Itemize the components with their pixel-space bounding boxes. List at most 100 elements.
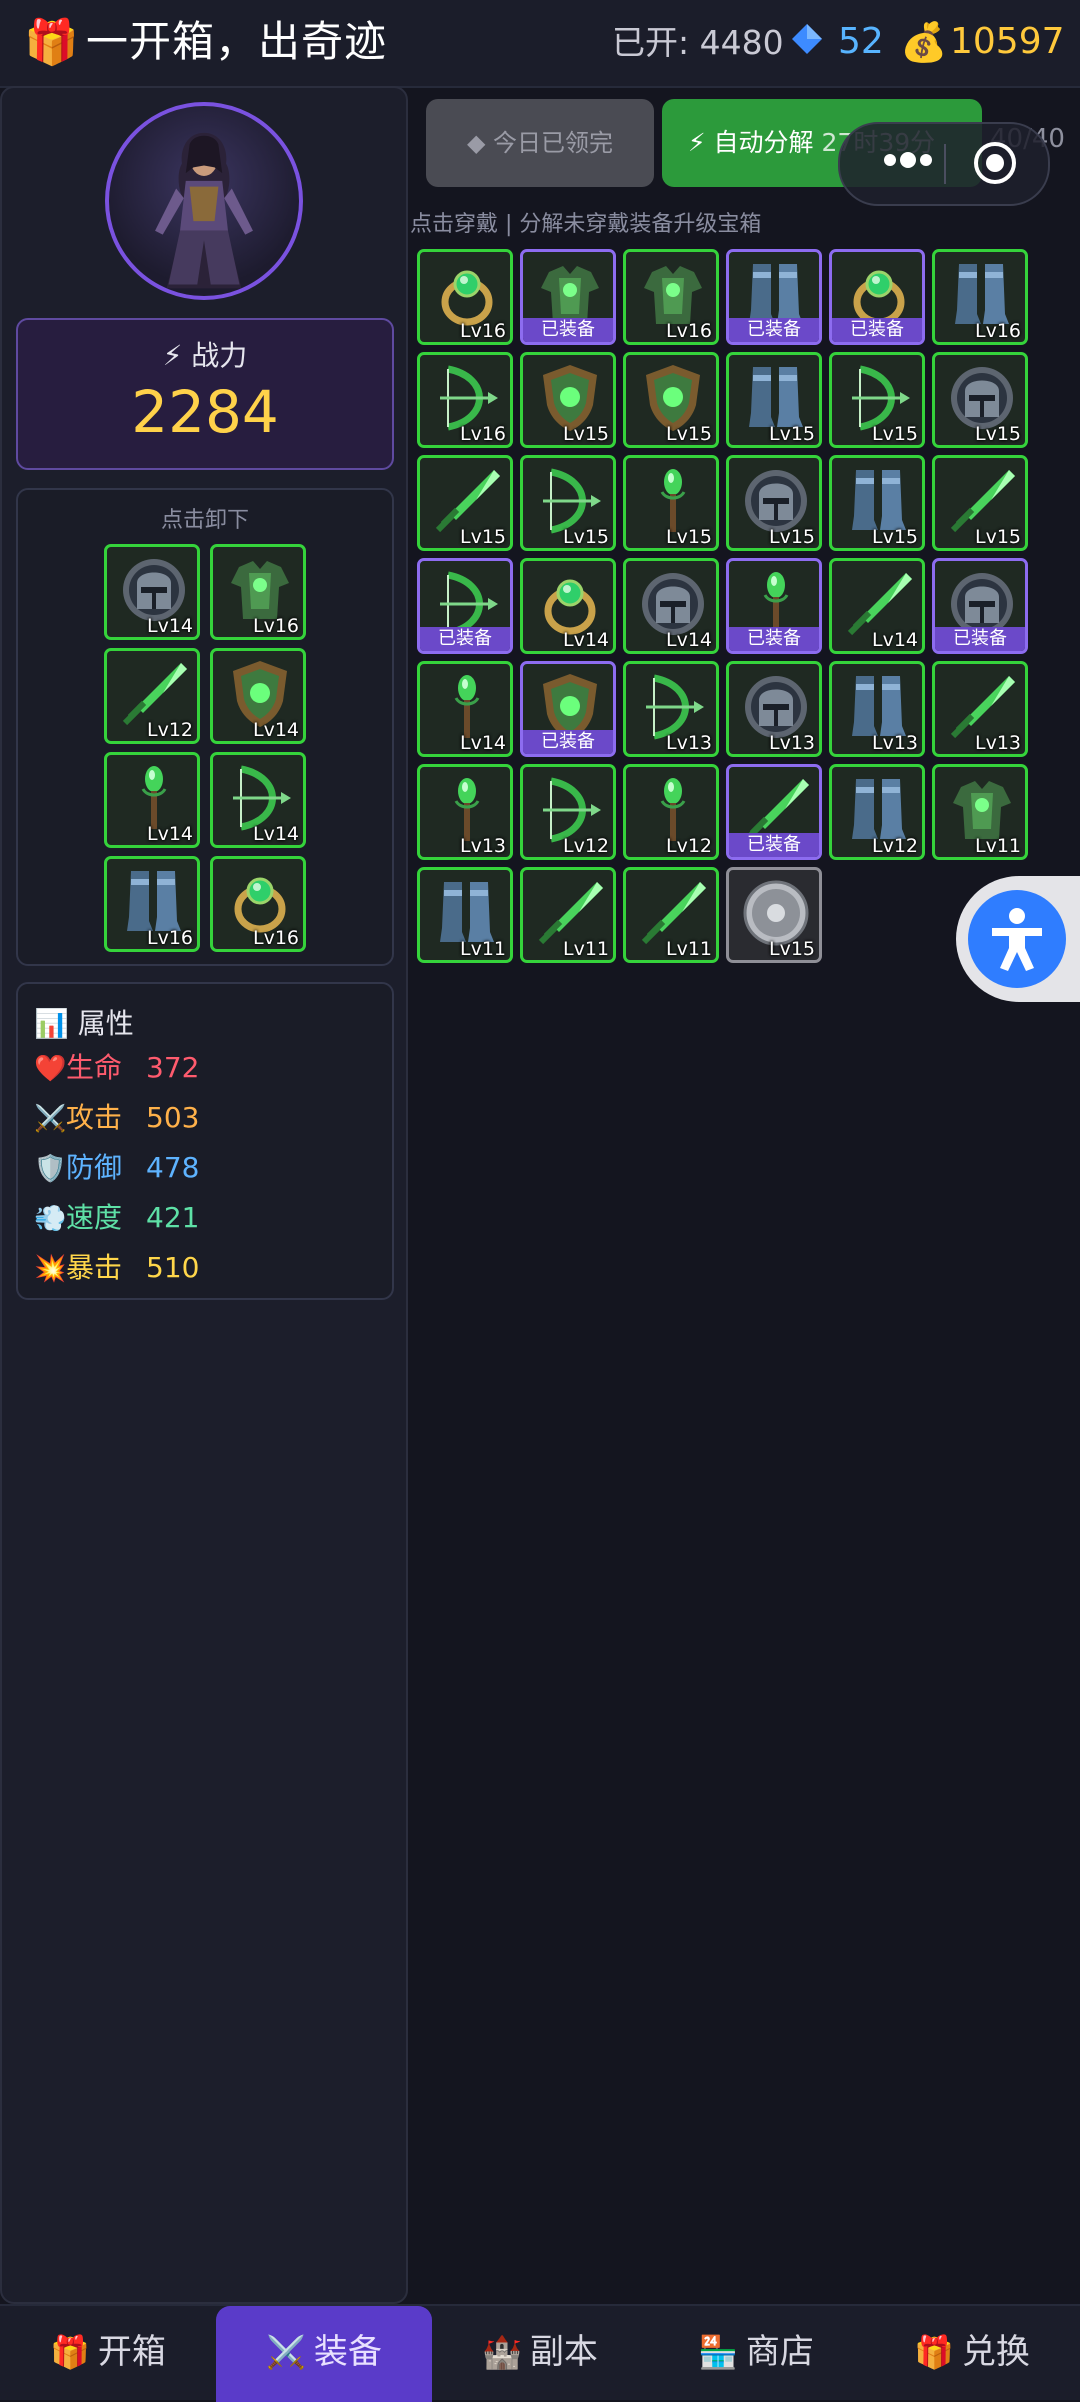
inventory-item-boots[interactable]: Lv11 — [417, 867, 513, 963]
hero-portrait-icon — [155, 132, 253, 289]
inventory-item-scepter[interactable]: Lv14已装备 — [726, 558, 822, 654]
item-level: Lv16 — [459, 320, 506, 342]
inventory-item-bow[interactable]: Lv13 — [623, 661, 719, 757]
inventory-item-armor[interactable]: Lv16 — [623, 249, 719, 345]
equip-hint-text: 点击穿戴 | 分解未穿戴装备升级宝箱 — [410, 212, 762, 237]
attribute-value: 421 — [146, 1201, 200, 1234]
nav-icon: 🏪 — [698, 2333, 738, 2371]
nav-icon: 🎁 — [914, 2333, 954, 2371]
inventory-item-ring[interactable]: Lv16 — [417, 249, 513, 345]
inventory-item-bow[interactable]: Lv16 — [417, 352, 513, 448]
item-level: Lv14 — [252, 719, 299, 741]
attribute-name: 防御 — [66, 1151, 123, 1184]
opened-count: 已开: 4480 — [612, 23, 784, 62]
item-level: Lv15 — [871, 526, 918, 548]
inventory-item-sword[interactable]: Lv15 — [932, 455, 1028, 551]
item-level: Lv15 — [974, 526, 1021, 548]
equipped-slot-bow[interactable]: Lv14 — [210, 752, 306, 848]
item-level: Lv16 — [252, 615, 299, 637]
item-level: Lv14 — [146, 615, 193, 637]
attribute-value: 478 — [146, 1151, 200, 1184]
inventory-item-sword[interactable]: Lv13 — [932, 661, 1028, 757]
inventory-item-bow[interactable]: Lv14已装备 — [417, 558, 513, 654]
inventory-item-ring[interactable]: Lv14 — [520, 558, 616, 654]
equipped-slot-sword[interactable]: Lv12 — [104, 648, 200, 744]
attribute-row: 💨速度 421 — [34, 1198, 199, 1239]
item-level: Lv15 — [768, 526, 815, 548]
accessibility-circle — [968, 890, 1066, 988]
equipped-slot-ring[interactable]: Lv16 — [210, 856, 306, 952]
inventory-item-shield[interactable]: Lv15 — [520, 352, 616, 448]
attribute-icon: 💨 — [34, 1204, 67, 1234]
inventory-item-scepter[interactable]: Lv13 — [417, 764, 513, 860]
equipped-slot-scepter[interactable]: Lv14 — [104, 752, 200, 848]
nav-tab-1[interactable]: ⚔️ 装备 — [216, 2306, 432, 2402]
item-level: Lv15 — [871, 423, 918, 445]
item-level: Lv14 — [562, 629, 609, 651]
accessibility-icon — [992, 908, 1042, 971]
equipped-slot-armor[interactable]: Lv16 — [210, 544, 306, 640]
character-avatar[interactable] — [105, 102, 303, 300]
gift-icon: 🎁 — [24, 17, 79, 68]
item-level: Lv11 — [562, 938, 609, 960]
item-level: Lv13 — [768, 732, 815, 754]
inventory-item-scepter[interactable]: Lv12 — [623, 764, 719, 860]
attribute-row: 💥暴击 510 — [34, 1248, 199, 1289]
inventory-item-scepter[interactable]: Lv14 — [417, 661, 513, 757]
inventory-item-sword[interactable]: Lv12已装备 — [726, 764, 822, 860]
inventory-item-helmet[interactable]: Lv15 — [726, 455, 822, 551]
item-level: Lv13 — [665, 732, 712, 754]
inventory-item-boots[interactable]: Lv12 — [829, 764, 925, 860]
daily-claim-button[interactable]: ◆ 今日已领完 — [426, 99, 654, 187]
inventory-item-bow[interactable]: Lv15 — [520, 455, 616, 551]
inventory-item-boots[interactable]: Lv15 — [726, 352, 822, 448]
close-miniprogram-icon[interactable] — [972, 140, 1018, 186]
item-level: Lv16 — [146, 927, 193, 949]
inventory-item-boots[interactable]: Lv16已装备 — [726, 249, 822, 345]
inventory-item-helmet[interactable]: Lv15 — [932, 352, 1028, 448]
equipped-badge: 已装备 — [729, 627, 819, 651]
more-options-icon[interactable] — [878, 142, 938, 178]
inventory-item-helmet[interactable]: Lv14已装备 — [932, 558, 1028, 654]
item-level: Lv15 — [459, 526, 506, 548]
nav-icon: 🏰 — [482, 2333, 522, 2371]
inventory-item-sword[interactable]: Lv14 — [829, 558, 925, 654]
inventory-item-bow[interactable]: Lv15 — [829, 352, 925, 448]
equipped-slot-shield[interactable]: Lv14 — [210, 648, 306, 744]
equipped-slot-helmet[interactable]: Lv14 — [104, 544, 200, 640]
nav-tab-2[interactable]: 🏰 副本 — [432, 2306, 648, 2402]
item-level: Lv11 — [459, 938, 506, 960]
inventory-item-bow[interactable]: Lv12 — [520, 764, 616, 860]
inventory-item-boots[interactable]: Lv15 — [829, 455, 925, 551]
miniprogram-capsule — [838, 122, 1050, 206]
item-level: Lv16 — [459, 423, 506, 445]
item-level: Lv11 — [665, 938, 712, 960]
item-level: Lv12 — [146, 719, 193, 741]
inventory-item-shield[interactable]: Lv15 — [623, 352, 719, 448]
inventory-item-ring[interactable]: Lv16已装备 — [829, 249, 925, 345]
inventory-item-sword[interactable]: Lv11 — [623, 867, 719, 963]
inventory-item-armor[interactable]: Lv16已装备 — [520, 249, 616, 345]
nav-label: 开箱 — [97, 2332, 166, 2372]
combat-power-value: 2284 — [131, 378, 279, 446]
nav-tab-4[interactable]: 🎁 兑换 — [864, 2306, 1080, 2402]
inventory-item-sword[interactable]: Lv11 — [520, 867, 616, 963]
capsule-divider — [944, 144, 946, 184]
equipped-slot-boots[interactable]: Lv16 — [104, 856, 200, 952]
nav-label: 副本 — [529, 2332, 598, 2372]
accessibility-button[interactable] — [956, 876, 1080, 1002]
nav-tab-0[interactable]: 🎁 开箱 — [0, 2306, 216, 2402]
nav-tab-3[interactable]: 🏪 商店 — [648, 2306, 864, 2402]
inventory-item-helmet[interactable]: Lv13 — [726, 661, 822, 757]
inventory-item-sword[interactable]: Lv15 — [417, 455, 513, 551]
inventory-item-scepter[interactable]: Lv15 — [623, 455, 719, 551]
attribute-icon: 🛡️ — [34, 1154, 67, 1184]
item-level: Lv13 — [459, 835, 506, 857]
inventory-item-boots[interactable]: Lv13 — [829, 661, 925, 757]
inventory-item-boots[interactable]: Lv16 — [932, 249, 1028, 345]
inventory-item-armor[interactable]: Lv11 — [932, 764, 1028, 860]
inventory-item-shield[interactable]: Lv14已装备 — [520, 661, 616, 757]
inventory-item-helmet[interactable]: Lv14 — [623, 558, 719, 654]
inventory-item-round-shield[interactable]: Lv15 — [726, 867, 822, 963]
attribute-icon: 💥 — [34, 1254, 67, 1284]
